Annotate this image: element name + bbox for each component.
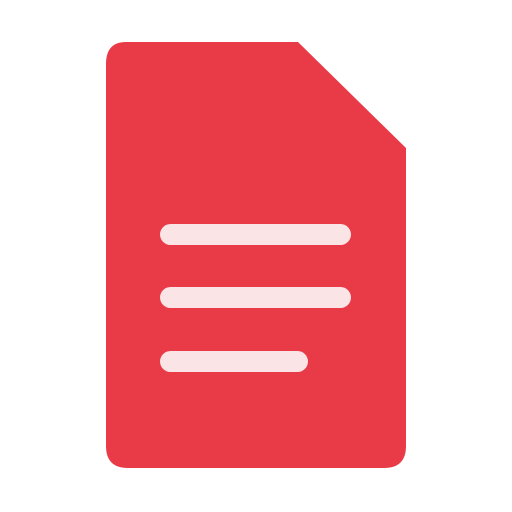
document-icon bbox=[106, 42, 406, 468]
document-line-1 bbox=[160, 224, 351, 245]
document-line-2 bbox=[160, 287, 351, 308]
icon-canvas bbox=[0, 0, 512, 512]
document-body bbox=[106, 42, 406, 468]
document-line-3 bbox=[160, 351, 308, 372]
